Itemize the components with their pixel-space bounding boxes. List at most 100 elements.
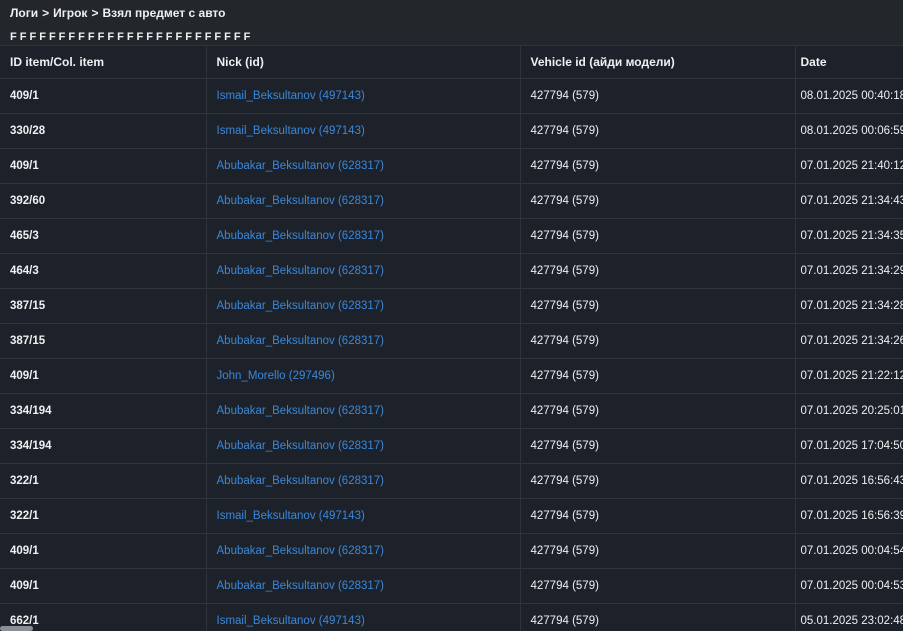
player-link[interactable]: Abubakar_Beksultanov (628317) bbox=[217, 160, 385, 172]
cell-date: 08.01.2025 00:40:18 bbox=[795, 79, 903, 114]
filter-letter[interactable]: F bbox=[107, 31, 114, 43]
cell-vehicle-id: 427794 (579) bbox=[520, 394, 795, 429]
cell-vehicle-id: 427794 (579) bbox=[520, 79, 795, 114]
cell-vehicle-id: 427794 (579) bbox=[520, 499, 795, 534]
table-row: 392/60 Abubakar_Beksultanov (628317) 427… bbox=[0, 184, 903, 219]
filter-letter[interactable]: F bbox=[39, 31, 46, 43]
cell-id-item: 330/28 bbox=[0, 114, 206, 149]
filter-letter[interactable]: F bbox=[29, 31, 36, 43]
player-link[interactable]: Ismail_Beksultanov (497143) bbox=[217, 90, 365, 102]
player-link[interactable]: Ismail_Beksultanov (497143) bbox=[217, 615, 365, 627]
filter-letter[interactable]: F bbox=[68, 31, 75, 43]
player-link[interactable]: Abubakar_Beksultanov (628317) bbox=[217, 300, 385, 312]
filter-letter[interactable]: F bbox=[10, 31, 17, 43]
filter-letter[interactable]: F bbox=[49, 31, 56, 43]
filter-letter[interactable]: F bbox=[88, 31, 95, 43]
cell-vehicle-id: 427794 (579) bbox=[520, 114, 795, 149]
player-link[interactable]: Abubakar_Beksultanov (628317) bbox=[217, 335, 385, 347]
filter-letter[interactable]: F bbox=[195, 31, 202, 43]
filter-letter[interactable]: F bbox=[78, 31, 85, 43]
filter-letter[interactable]: F bbox=[117, 31, 124, 43]
filter-letter[interactable]: F bbox=[156, 31, 163, 43]
cell-id-item: 387/15 bbox=[0, 324, 206, 359]
table-row: 409/1 Abubakar_Beksultanov (628317) 4277… bbox=[0, 149, 903, 184]
cell-nick: Abubakar_Beksultanov (628317) bbox=[206, 289, 520, 324]
breadcrumb-item-logs[interactable]: Логи bbox=[10, 6, 38, 20]
table-row: 409/1 John_Morello (297496) 427794 (579)… bbox=[0, 359, 903, 394]
player-link[interactable]: Ismail_Beksultanov (497143) bbox=[217, 510, 365, 522]
filter-letter[interactable]: F bbox=[244, 31, 251, 43]
cell-date: 07.01.2025 21:34:26 bbox=[795, 324, 903, 359]
cell-vehicle-id: 427794 (579) bbox=[520, 324, 795, 359]
table-row: 409/1 Abubakar_Beksultanov (628317) 4277… bbox=[0, 569, 903, 604]
player-link[interactable]: Abubakar_Beksultanov (628317) bbox=[217, 265, 385, 277]
filter-letter[interactable]: F bbox=[175, 31, 182, 43]
filter-letter[interactable]: F bbox=[205, 31, 212, 43]
cell-vehicle-id: 427794 (579) bbox=[520, 359, 795, 394]
cell-vehicle-id: 427794 (579) bbox=[520, 149, 795, 184]
breadcrumb-item-player[interactable]: Игрок bbox=[53, 6, 87, 20]
player-link[interactable]: John_Morello (297496) bbox=[217, 370, 335, 382]
player-link[interactable]: Abubakar_Beksultanov (628317) bbox=[217, 440, 385, 452]
table-row: 334/194 Abubakar_Beksultanov (628317) 42… bbox=[0, 429, 903, 464]
cell-id-item: 334/194 bbox=[0, 429, 206, 464]
cell-date: 07.01.2025 16:56:39 bbox=[795, 499, 903, 534]
filter-letter[interactable]: F bbox=[20, 31, 27, 43]
breadcrumb: Логи > Игрок > Взял предмет с авто bbox=[0, 0, 903, 24]
breadcrumb-separator: > bbox=[91, 6, 98, 20]
cell-vehicle-id: 427794 (579) bbox=[520, 429, 795, 464]
cell-nick: Abubakar_Beksultanov (628317) bbox=[206, 569, 520, 604]
cell-vehicle-id: 427794 (579) bbox=[520, 534, 795, 569]
player-link[interactable]: Abubakar_Beksultanov (628317) bbox=[217, 195, 385, 207]
cell-date: 07.01.2025 21:22:12 bbox=[795, 359, 903, 394]
cell-nick: John_Morello (297496) bbox=[206, 359, 520, 394]
cell-date: 07.01.2025 20:25:01 bbox=[795, 394, 903, 429]
player-link[interactable]: Abubakar_Beksultanov (628317) bbox=[217, 545, 385, 557]
filter-letter[interactable]: F bbox=[146, 31, 153, 43]
cell-vehicle-id: 427794 (579) bbox=[520, 184, 795, 219]
player-link[interactable]: Abubakar_Beksultanov (628317) bbox=[217, 405, 385, 417]
horizontal-scrollbar-thumb[interactable] bbox=[0, 626, 33, 631]
filter-letter[interactable]: F bbox=[98, 31, 105, 43]
cell-date: 08.01.2025 00:06:59 bbox=[795, 114, 903, 149]
player-link[interactable]: Abubakar_Beksultanov (628317) bbox=[217, 230, 385, 242]
filter-letter[interactable]: F bbox=[127, 31, 134, 43]
cell-date: 07.01.2025 00:04:53 bbox=[795, 569, 903, 604]
table-row: 334/194 Abubakar_Beksultanov (628317) 42… bbox=[0, 394, 903, 429]
player-link[interactable]: Abubakar_Beksultanov (628317) bbox=[217, 475, 385, 487]
table-row: 387/15 Abubakar_Beksultanov (628317) 427… bbox=[0, 324, 903, 359]
player-link[interactable]: Ismail_Beksultanov (497143) bbox=[217, 125, 365, 137]
cell-id-item: 409/1 bbox=[0, 149, 206, 184]
cell-nick: Abubakar_Beksultanov (628317) bbox=[206, 394, 520, 429]
filter-letter[interactable]: F bbox=[234, 31, 241, 43]
filter-letter[interactable]: F bbox=[137, 31, 144, 43]
cell-id-item: 409/1 bbox=[0, 79, 206, 114]
cell-vehicle-id: 427794 (579) bbox=[520, 569, 795, 604]
cell-nick: Abubakar_Beksultanov (628317) bbox=[206, 534, 520, 569]
log-table: ID item/Col. item Nick (id) Vehicle id (… bbox=[0, 45, 903, 631]
breadcrumb-item-took-item-from-car[interactable]: Взял предмет с авто bbox=[102, 6, 225, 20]
table-row: 464/3 Abubakar_Beksultanov (628317) 4277… bbox=[0, 254, 903, 289]
cell-date: 07.01.2025 21:34:35 bbox=[795, 219, 903, 254]
cell-date: 07.01.2025 21:34:43 bbox=[795, 184, 903, 219]
cell-date: 07.01.2025 00:04:54 bbox=[795, 534, 903, 569]
breadcrumb-separator: > bbox=[42, 6, 49, 20]
cell-vehicle-id: 427794 (579) bbox=[520, 254, 795, 289]
player-link[interactable]: Abubakar_Beksultanov (628317) bbox=[217, 580, 385, 592]
cell-id-item: 409/1 bbox=[0, 359, 206, 394]
filter-letter[interactable]: F bbox=[185, 31, 192, 43]
filter-letter[interactable]: F bbox=[214, 31, 221, 43]
cell-date: 05.01.2025 23:02:48 bbox=[795, 604, 903, 631]
cell-date: 07.01.2025 21:34:29 bbox=[795, 254, 903, 289]
cell-date: 07.01.2025 17:04:50 bbox=[795, 429, 903, 464]
table-row: 662/1 Ismail_Beksultanov (497143) 427794… bbox=[0, 604, 903, 631]
cell-vehicle-id: 427794 (579) bbox=[520, 219, 795, 254]
cell-nick: Abubakar_Beksultanov (628317) bbox=[206, 254, 520, 289]
cell-vehicle-id: 427794 (579) bbox=[520, 289, 795, 324]
filter-letter[interactable]: F bbox=[224, 31, 231, 43]
filter-letter[interactable]: F bbox=[59, 31, 66, 43]
cell-vehicle-id: 427794 (579) bbox=[520, 464, 795, 499]
table-row: 387/15 Abubakar_Beksultanov (628317) 427… bbox=[0, 289, 903, 324]
column-header-nick: Nick (id) bbox=[206, 46, 520, 79]
filter-letter[interactable]: F bbox=[166, 31, 173, 43]
